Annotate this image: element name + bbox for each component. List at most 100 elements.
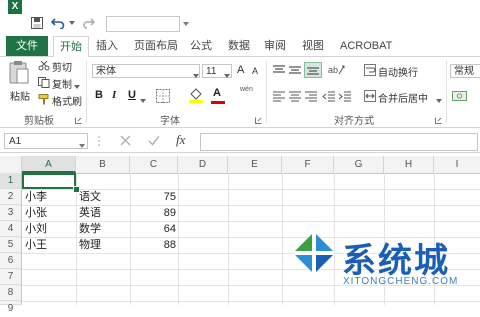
cell-score[interactable]: 75 [130,189,178,205]
undo-dropdown-icon[interactable] [68,16,76,30]
column-header[interactable]: C [130,156,178,173]
merge-center-button[interactable]: 合并后居中 [378,90,428,105]
shrink-font-button[interactable]: A [252,66,258,76]
tab-page-layout[interactable]: 页面布局 [134,36,178,56]
column-header[interactable]: A [22,156,76,173]
row-header[interactable]: 1 [0,173,22,189]
redo-icon[interactable] [82,16,96,30]
align-right-icon[interactable] [304,90,318,105]
quick-access-toolbar: X [0,0,480,36]
column-header[interactable]: I [434,156,480,173]
row-header[interactable]: 6 [0,253,22,269]
name-box-dropdown-icon[interactable] [79,139,85,151]
cell-subject[interactable]: 物理 [79,237,129,253]
tab-view[interactable]: 视图 [302,36,324,56]
alignment-launcher-icon[interactable] [435,115,442,127]
tab-data[interactable]: 数据 [228,36,250,56]
bold-button[interactable]: B [95,89,103,101]
font-size-dropdown-icon[interactable] [224,69,230,81]
cell-subject[interactable]: 语文 [79,189,129,205]
merge-dropdown-icon[interactable] [436,94,442,106]
align-top-icon[interactable] [272,64,286,79]
row-header[interactable]: 7 [0,269,22,285]
clipboard-launcher-icon[interactable] [75,115,82,127]
phonetic-button[interactable]: wén [240,86,253,93]
italic-button[interactable]: I [112,89,116,101]
font-name-select[interactable]: 宋体 [92,64,200,78]
wrap-text-button[interactable]: 自动换行 [378,64,418,79]
column-header[interactable]: B [76,156,130,173]
qat-customize-box[interactable] [106,16,180,32]
column-header[interactable]: E [228,156,282,173]
tab-insert[interactable]: 插入 [96,36,118,56]
align-middle-icon[interactable] [288,64,302,79]
save-icon[interactable] [30,16,44,30]
border-icon[interactable] [156,89,170,106]
column-header[interactable]: H [384,156,434,173]
cell-name[interactable]: 小张 [25,205,75,221]
column-header-bar: A B C D E F G H I [0,156,480,174]
cell-name[interactable]: 小刘 [25,221,75,237]
cell-score[interactable]: 88 [130,237,178,253]
paste-button[interactable]: 粘贴 [10,88,30,103]
align-center-icon[interactable] [288,90,302,105]
underline-dropdown-icon[interactable] [140,94,146,106]
tab-home[interactable]: 开始 [53,36,89,57]
watermark-url-text: XITONGCHENG.COM [343,276,459,287]
grow-font-button[interactable]: A [237,64,244,76]
wrap-text-icon [364,64,376,79]
orientation-icon[interactable]: ab [328,63,346,79]
cell-subject[interactable]: 数学 [79,221,129,237]
formula-input[interactable] [200,133,478,151]
align-bottom-icon[interactable] [304,62,322,78]
tab-formulas[interactable]: 公式 [190,36,212,56]
cell-name[interactable]: 小李 [25,189,75,205]
alignment-group-label: 对齐方式 [334,116,374,127]
row-header[interactable]: 4 [0,221,22,237]
clipboard-group-label: 剪贴板 [24,116,54,127]
copy-button[interactable]: 复制 [52,76,72,91]
underline-button[interactable]: U [128,89,136,101]
selected-cell-a1[interactable] [22,173,76,189]
number-format-select[interactable]: 常规 [450,64,480,78]
name-box[interactable]: A1 [4,133,88,149]
row-header[interactable]: 2 [0,189,22,205]
cell-subject[interactable]: 英语 [79,205,129,221]
undo-icon[interactable] [50,16,66,30]
cell-score[interactable]: 64 [130,221,178,237]
column-header[interactable]: F [282,156,334,173]
cancel-icon[interactable] [120,135,131,149]
excel-logo-icon: X [8,0,22,14]
font-name-dropdown-icon[interactable] [193,69,199,81]
qat-customize-icon[interactable] [182,16,190,30]
tab-file[interactable]: 文件 [6,36,48,56]
font-color-button[interactable]: A [213,87,221,99]
row-header[interactable]: 8 [0,285,22,301]
column-header[interactable]: G [334,156,384,173]
fill-color-icon[interactable] [188,87,204,107]
tab-review[interactable]: 审阅 [264,36,286,56]
decrease-indent-icon[interactable] [322,90,336,105]
increase-indent-icon[interactable] [338,90,352,105]
tab-acrobat[interactable]: ACROBAT [340,36,392,56]
watermark-logo-icon [290,231,338,275]
paste-icon[interactable] [8,60,30,86]
copy-dropdown-icon[interactable] [74,80,80,92]
enter-icon[interactable] [148,135,160,149]
select-all-corner[interactable] [0,156,22,173]
format-painter-button[interactable]: 格式刷 [52,93,82,108]
gridline [22,301,480,302]
column-header[interactable]: D [178,156,228,173]
formula-bar-grip-icon [98,135,100,147]
row-header[interactable]: 5 [0,237,22,253]
cell-name[interactable]: 小王 [25,237,75,253]
cell-score[interactable]: 89 [130,205,178,221]
insert-function-button[interactable]: fx [176,132,185,148]
currency-format-icon[interactable] [452,89,468,106]
align-left-icon[interactable] [272,90,286,105]
cut-button[interactable]: 剪切 [52,59,72,74]
row-header[interactable]: 9 [0,301,22,314]
font-launcher-icon[interactable] [255,115,262,127]
group-separator [86,61,87,123]
row-header[interactable]: 3 [0,205,22,221]
